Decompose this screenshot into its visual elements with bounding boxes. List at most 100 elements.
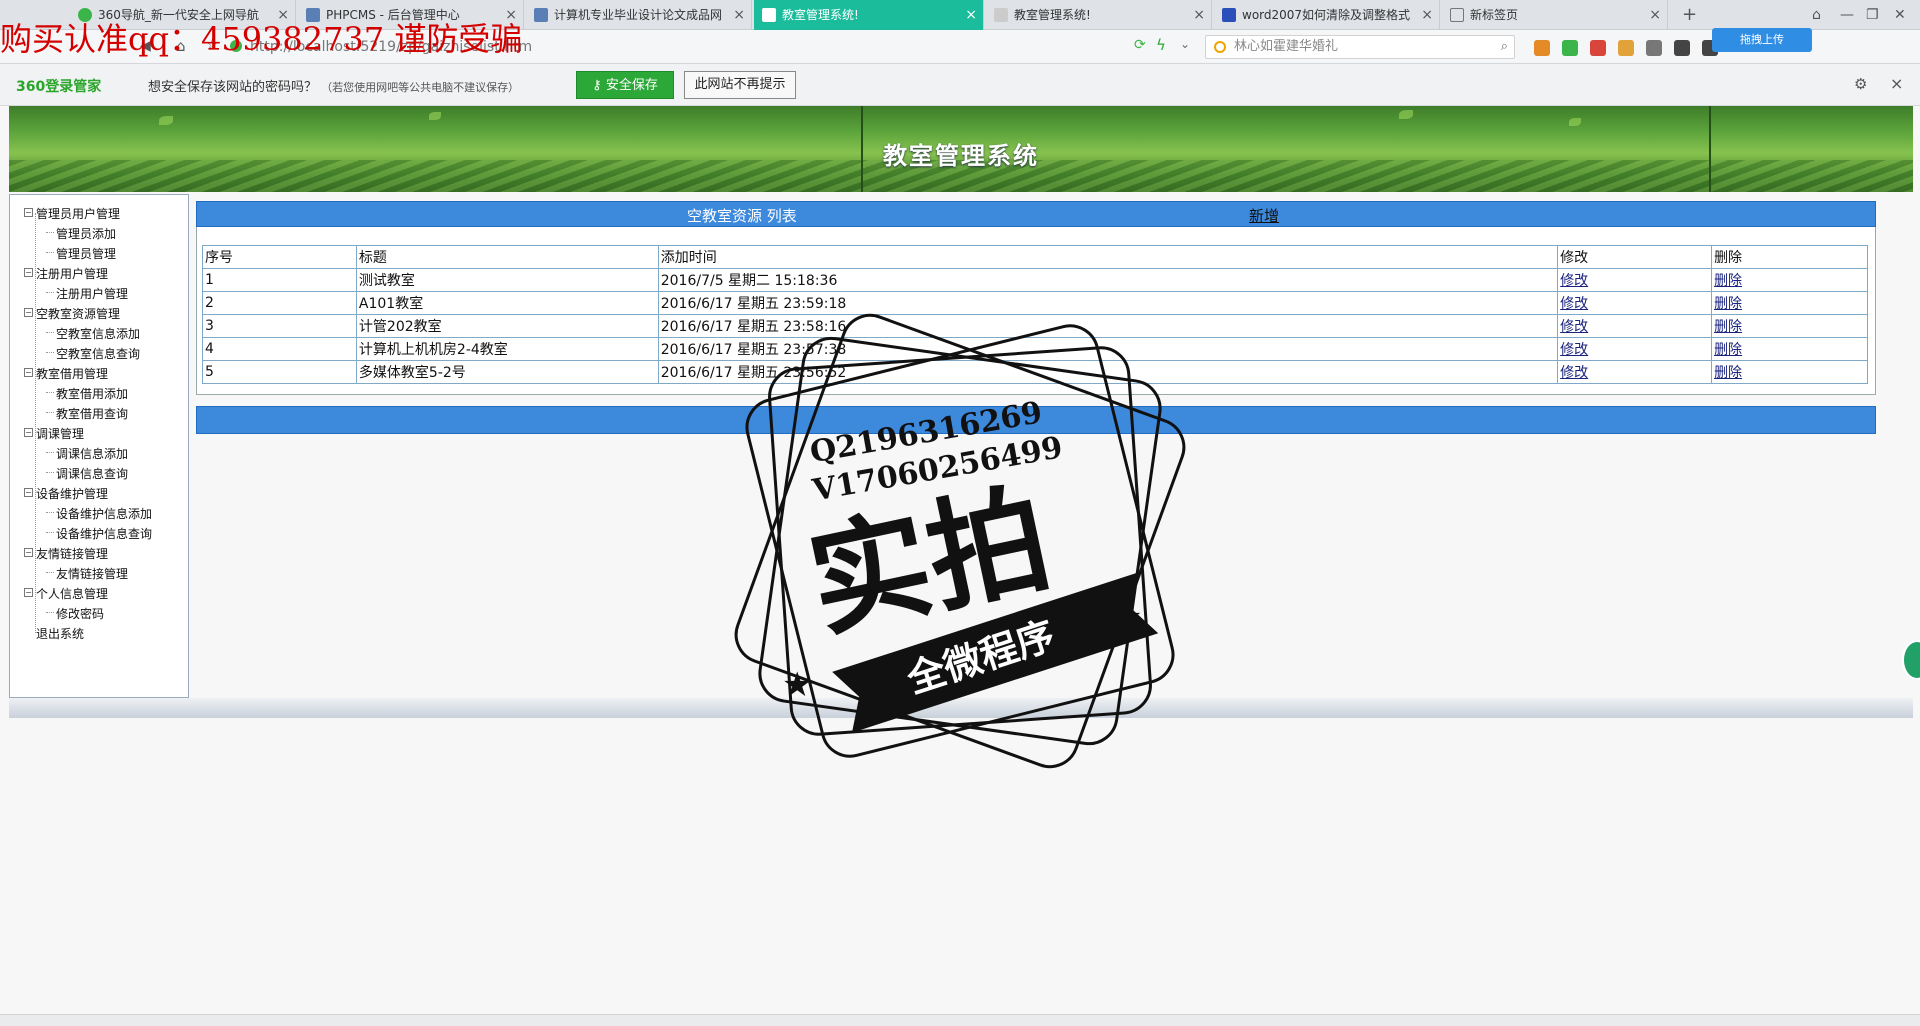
sidebar-item-admin-add[interactable]: 管理员添加: [45, 225, 117, 242]
sidebar-item-registered-users-manage[interactable]: 注册用户管理: [45, 285, 129, 302]
delete-link[interactable]: 删除: [1714, 342, 1742, 358]
sidebar-item-admin-users[interactable]: − 管理员用户管理: [24, 205, 120, 222]
sidebar-item-registered-users[interactable]: − 注册用户管理: [24, 265, 108, 282]
sidebar-item-schedule[interactable]: − 调课管理: [24, 425, 85, 442]
sidebar-item-label: 注册用户管理: [56, 287, 129, 301]
shield-icon[interactable]: [1562, 40, 1578, 56]
collapse-icon[interactable]: −: [24, 548, 33, 557]
column-header: 标题: [355, 245, 659, 269]
close-icon[interactable]: ×: [1890, 74, 1903, 93]
collapse-icon[interactable]: −: [24, 488, 33, 497]
sidebar-item-schedule-add[interactable]: 调课信息添加: [45, 445, 128, 462]
sidebar-item-admin-manage[interactable]: 管理员管理: [45, 245, 116, 262]
sidebar-item-empty-room-add[interactable]: 空教室信息添加: [45, 325, 140, 342]
pdf-icon[interactable]: [1590, 40, 1606, 56]
sidebar-item-label: 调课管理: [36, 427, 85, 441]
gear-icon[interactable]: ⚙: [1854, 75, 1867, 93]
delete-link[interactable]: 删除: [1714, 319, 1742, 335]
skin-icon[interactable]: ⌂: [1812, 0, 1821, 30]
sidebar-item-change-password[interactable]: 修改密码: [45, 605, 105, 622]
tab-classroom-active[interactable]: 教室管理系统! ×: [754, 0, 984, 30]
tab-word2007[interactable]: word2007如何清除及调整格式 ×: [1214, 0, 1440, 30]
sidebar-item-label: 管理员添加: [56, 227, 117, 241]
close-icon[interactable]: ×: [1649, 0, 1661, 30]
window-close-icon[interactable]: ✕: [1894, 0, 1906, 30]
sidebar-item-equipment[interactable]: − 设备维护管理: [24, 485, 109, 502]
sidebar-item-schedule-query[interactable]: 调课信息查询: [45, 465, 128, 482]
safe-save-button[interactable]: ⚷ 安全保存: [576, 71, 674, 99]
page-icon: [994, 8, 1008, 22]
tab-thesis-site[interactable]: 计算机专业毕业设计论文成品网 ×: [526, 0, 752, 30]
close-icon[interactable]: ×: [733, 0, 745, 30]
tab-new-tab[interactable]: 新标签页 ×: [1442, 0, 1668, 30]
chevron-down-icon[interactable]: ⌄: [1180, 37, 1190, 51]
close-icon[interactable]: ×: [965, 0, 977, 30]
column-header: 序号: [202, 245, 357, 269]
watermark-text: 购买认准qq：459382737 谨防受骗: [0, 20, 523, 58]
phpcms-icon: [534, 8, 548, 22]
tab-label: 教室管理系统!: [1014, 8, 1091, 22]
edit-link[interactable]: 修改: [1560, 342, 1588, 358]
collapse-icon[interactable]: −: [24, 268, 33, 277]
sidebar-item-logout[interactable]: 退出系统: [36, 625, 84, 642]
sidebar-item-empty-room-query[interactable]: 空教室信息查询: [45, 345, 140, 362]
extension-toolbar: [1528, 38, 1724, 58]
delete-link[interactable]: 删除: [1714, 296, 1742, 312]
drag-upload-button[interactable]: 拖拽上传: [1712, 28, 1812, 52]
refresh-icon[interactable]: ⟳: [1134, 37, 1146, 53]
new-tab-button[interactable]: +: [1682, 0, 1702, 30]
add-new-link[interactable]: 新增: [1249, 205, 1279, 226]
sidebar-item-borrow[interactable]: − 教室借用管理: [24, 365, 108, 382]
close-icon[interactable]: ×: [1193, 0, 1205, 30]
close-icon[interactable]: ×: [1421, 0, 1433, 30]
edit-link[interactable]: 修改: [1560, 296, 1588, 312]
edit-link[interactable]: 修改: [1560, 273, 1588, 289]
grid-icon: [1450, 8, 1464, 22]
tab-label: 计算机专业毕业设计论文成品网: [554, 8, 723, 22]
lightning-icon[interactable]: ϟ: [1156, 36, 1166, 54]
sidebar-item-label: 设备维护管理: [36, 487, 109, 501]
sidebar-item-borrow-add[interactable]: 教室借用添加: [45, 385, 128, 402]
image-icon[interactable]: [1618, 40, 1634, 56]
sidebar-item-label: 个人信息管理: [36, 587, 109, 601]
leaf-decoration: [159, 116, 173, 125]
row-time: 2016/7/5 星期二 15:18:36: [657, 268, 1559, 292]
search-icon[interactable]: ⌕: [1501, 36, 1508, 58]
row-delete-cell: 删除: [1711, 337, 1868, 361]
sidebar-item-label: 修改密码: [56, 607, 105, 621]
sidebar-item-links[interactable]: − 友情链接管理: [24, 545, 108, 562]
stamp-watermark: Q2196316269 V17060256499 实拍 全微程序 ★ ★: [734, 313, 1186, 769]
row-title: 测试教室: [355, 268, 659, 292]
never-prompt-button[interactable]: 此网站不再提示: [684, 71, 796, 99]
phone-icon[interactable]: [1674, 40, 1690, 56]
delete-link[interactable]: 删除: [1714, 273, 1742, 289]
row-id: 4: [202, 337, 357, 361]
collapse-icon[interactable]: −: [24, 428, 33, 437]
sidebar-item-borrow-query[interactable]: 教室借用查询: [45, 405, 128, 422]
collapse-icon[interactable]: −: [24, 588, 33, 597]
sidebar-item-empty-room[interactable]: − 空教室资源管理: [24, 305, 120, 322]
cloud-icon[interactable]: [1646, 40, 1662, 56]
page-title: 空教室资源 列表: [687, 207, 797, 225]
edit-link[interactable]: 修改: [1560, 319, 1588, 335]
sidebar-item-label: 设备维护信息查询: [56, 527, 153, 541]
collapse-icon[interactable]: −: [24, 308, 33, 317]
search-input[interactable]: 林心如霍建华婚礼 ⌕: [1205, 35, 1515, 59]
apps-icon[interactable]: [1534, 40, 1550, 56]
banner-title: 教室管理系统: [883, 142, 1039, 170]
sidebar-item-equipment-query[interactable]: 设备维护信息查询: [45, 525, 153, 542]
sidebar-item-links-manage[interactable]: 友情链接管理: [45, 565, 128, 582]
sidebar-item-profile[interactable]: − 个人信息管理: [24, 585, 109, 602]
search-engine-icon: [1214, 41, 1226, 53]
sidebar-item-equipment-add[interactable]: 设备维护信息添加: [45, 505, 152, 522]
collapse-icon[interactable]: −: [24, 208, 33, 217]
delete-link[interactable]: 删除: [1714, 365, 1742, 381]
tab-classroom[interactable]: 教室管理系统! ×: [986, 0, 1212, 30]
maximize-icon[interactable]: ❐: [1866, 0, 1879, 30]
row-edit-cell: 修改: [1557, 268, 1713, 292]
tab-label: 新标签页: [1470, 8, 1519, 22]
collapse-icon[interactable]: −: [24, 368, 33, 377]
edit-link[interactable]: 修改: [1560, 365, 1588, 381]
minimize-icon[interactable]: —: [1840, 0, 1854, 30]
baidu-icon: [1222, 8, 1236, 22]
